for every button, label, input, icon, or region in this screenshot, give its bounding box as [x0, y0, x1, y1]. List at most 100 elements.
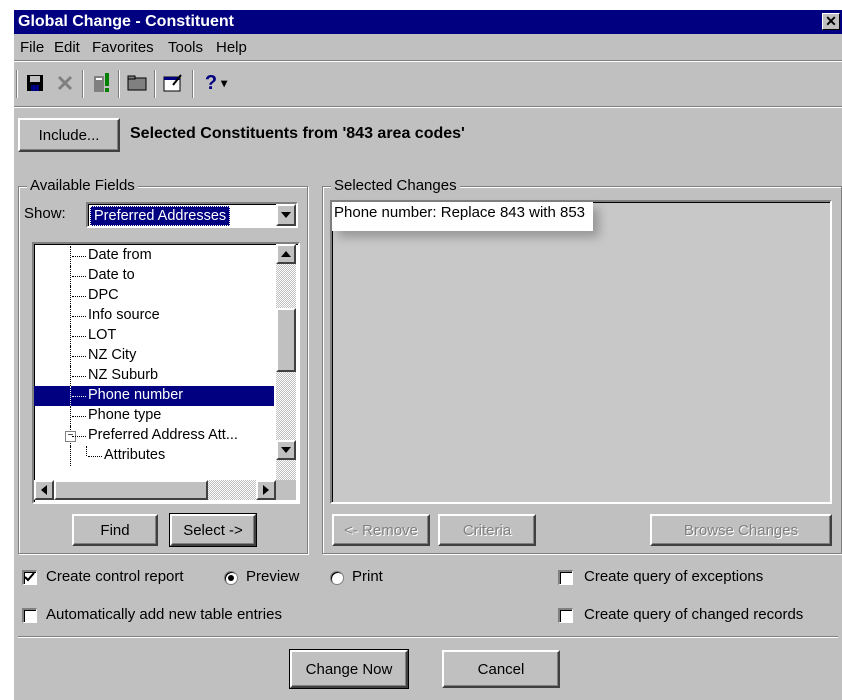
tree-scroll-thumb[interactable] [276, 308, 296, 372]
menu-favorites-label: Favorites [92, 39, 154, 56]
cancel-button-label: Cancel [477, 660, 525, 678]
remove-button-label: <- Remove [344, 521, 418, 539]
tree-item[interactable]: NZ City [34, 346, 274, 366]
scrollbar-corner [276, 480, 296, 500]
change-item[interactable]: Phone number: Replace 843 with 853 [332, 202, 594, 231]
tree-item[interactable]: LOT [34, 326, 274, 346]
tree-connector [70, 286, 71, 306]
menu-help[interactable]: Help [216, 39, 247, 56]
tree-horizontal-scrollbar[interactable] [34, 480, 276, 500]
tree-item-label: Info source [88, 307, 160, 323]
tree-connector [72, 296, 86, 297]
criteria-button[interactable]: Criteria [438, 514, 536, 546]
query-exceptions-label: Create query of exceptions [584, 568, 764, 585]
browse-changes-button-label: Browse Changes [683, 521, 799, 539]
tree-item[interactable]: − Preferred Address Att... [34, 426, 274, 446]
tree-connector [72, 336, 86, 337]
auto-add-entries-checkbox[interactable] [22, 608, 37, 623]
tree-connector [70, 406, 71, 426]
change-now-button[interactable]: Change Now [289, 649, 409, 689]
scroll-up-icon[interactable] [276, 244, 296, 264]
tree-connector [70, 266, 71, 286]
tree-item[interactable]: DPC [34, 286, 274, 306]
find-button[interactable]: Find [72, 514, 158, 546]
footer-separator [18, 636, 838, 638]
scroll-left-icon[interactable] [34, 480, 54, 500]
scroll-down-icon[interactable] [276, 440, 296, 460]
help-icon[interactable]: ? ▾ [198, 70, 234, 96]
tree-item[interactable]: Phone number [34, 386, 274, 406]
tree-item-label: NZ Suburb [88, 367, 159, 383]
tree-item-label: Phone number [86, 387, 186, 403]
find-button-label: Find [100, 521, 130, 539]
chevron-down-icon[interactable] [276, 204, 296, 226]
preview-radio[interactable] [224, 571, 238, 585]
query-exceptions-checkbox[interactable] [558, 570, 573, 585]
create-control-report-checkbox[interactable] [22, 570, 37, 585]
tree-vertical-scrollbar[interactable] [276, 244, 296, 480]
tree-item[interactable]: Date to [34, 266, 274, 286]
query-changed-checkbox[interactable] [558, 608, 573, 623]
show-select-value: Preferred Addresses [90, 206, 231, 226]
toolbar-separator [118, 70, 120, 98]
query-changed-label: Create query of changed records [584, 606, 804, 623]
menu-file[interactable]: File [20, 39, 44, 56]
remove-button[interactable]: <- Remove [332, 514, 430, 546]
folder-icon[interactable] [124, 70, 150, 96]
create-control-report-label: Create control report [46, 568, 184, 585]
title-bar[interactable]: Global Change - Constituent ✕ [14, 10, 842, 34]
toolbar-grip [16, 70, 18, 98]
include-button-label: Include... [38, 126, 100, 144]
tree-connector [72, 276, 86, 277]
criteria-button-label: Criteria [462, 521, 512, 539]
tree-connector [70, 346, 71, 366]
tree-item[interactable]: NZ Suburb [34, 366, 274, 386]
cancel-button[interactable]: Cancel [442, 650, 560, 688]
run-query-icon[interactable] [88, 70, 114, 96]
tree-connector [72, 316, 86, 317]
selected-changes-label: Selected Changes [331, 177, 460, 194]
available-fields-label: Available Fields [27, 177, 138, 194]
menu-edit[interactable]: Edit [54, 39, 80, 56]
menu-edit-label: Edit [54, 39, 80, 56]
tree-connector [70, 326, 71, 346]
save-icon[interactable] [22, 70, 48, 96]
include-button[interactable]: Include... [18, 118, 120, 152]
tree-connector [70, 246, 71, 266]
select-button-label: Select -> [183, 521, 243, 539]
available-fields-tree[interactable]: Date from Date to DPC Info source LOT NZ City… [32, 242, 300, 504]
delete-icon[interactable] [52, 70, 78, 96]
menu-favorites[interactable]: Favorites [92, 39, 154, 56]
window-title: Global Change - Constituent [18, 13, 234, 30]
tree-item[interactable]: Info source [34, 306, 274, 326]
properties-icon[interactable] [160, 70, 186, 96]
dropdown-arrow-icon[interactable]: ▾ [221, 76, 227, 90]
tree-item[interactable]: Attributes [34, 446, 274, 466]
selected-changes-list[interactable]: Phone number: Replace 843 with 853 [330, 200, 832, 504]
tree-connector [72, 396, 86, 397]
tree-item-label: LOT [88, 327, 117, 343]
menu-help-label: Help [216, 39, 247, 56]
print-radio[interactable] [330, 571, 344, 585]
tree-hscroll-thumb[interactable] [54, 480, 208, 500]
menu-tools[interactable]: Tools [168, 39, 203, 56]
browse-changes-button[interactable]: Browse Changes [650, 514, 832, 546]
scroll-right-icon[interactable] [256, 480, 276, 500]
tree-connector [72, 416, 86, 417]
tree-item[interactable]: Phone type [34, 406, 274, 426]
tree-connector [70, 446, 71, 466]
tree-item-label: Attributes [104, 447, 166, 463]
select-button[interactable]: Select -> [169, 513, 257, 547]
toolbar-separator [154, 70, 156, 98]
tree-connector [70, 386, 71, 406]
show-select[interactable]: Preferred Addresses [86, 202, 298, 228]
tree-item-label: Date to [88, 267, 135, 283]
close-icon[interactable]: ✕ [822, 13, 840, 30]
menu-tools-label: Tools [168, 39, 204, 56]
tree-connector [70, 306, 71, 326]
menu-bar: File Edit Favorites Tools Help [14, 36, 842, 60]
tree-item-label: Phone type [88, 407, 162, 423]
auto-add-entries-label: Automatically add new table entries [46, 606, 282, 623]
toolbar-separator [82, 70, 84, 98]
tree-item[interactable]: Date from [34, 246, 274, 266]
